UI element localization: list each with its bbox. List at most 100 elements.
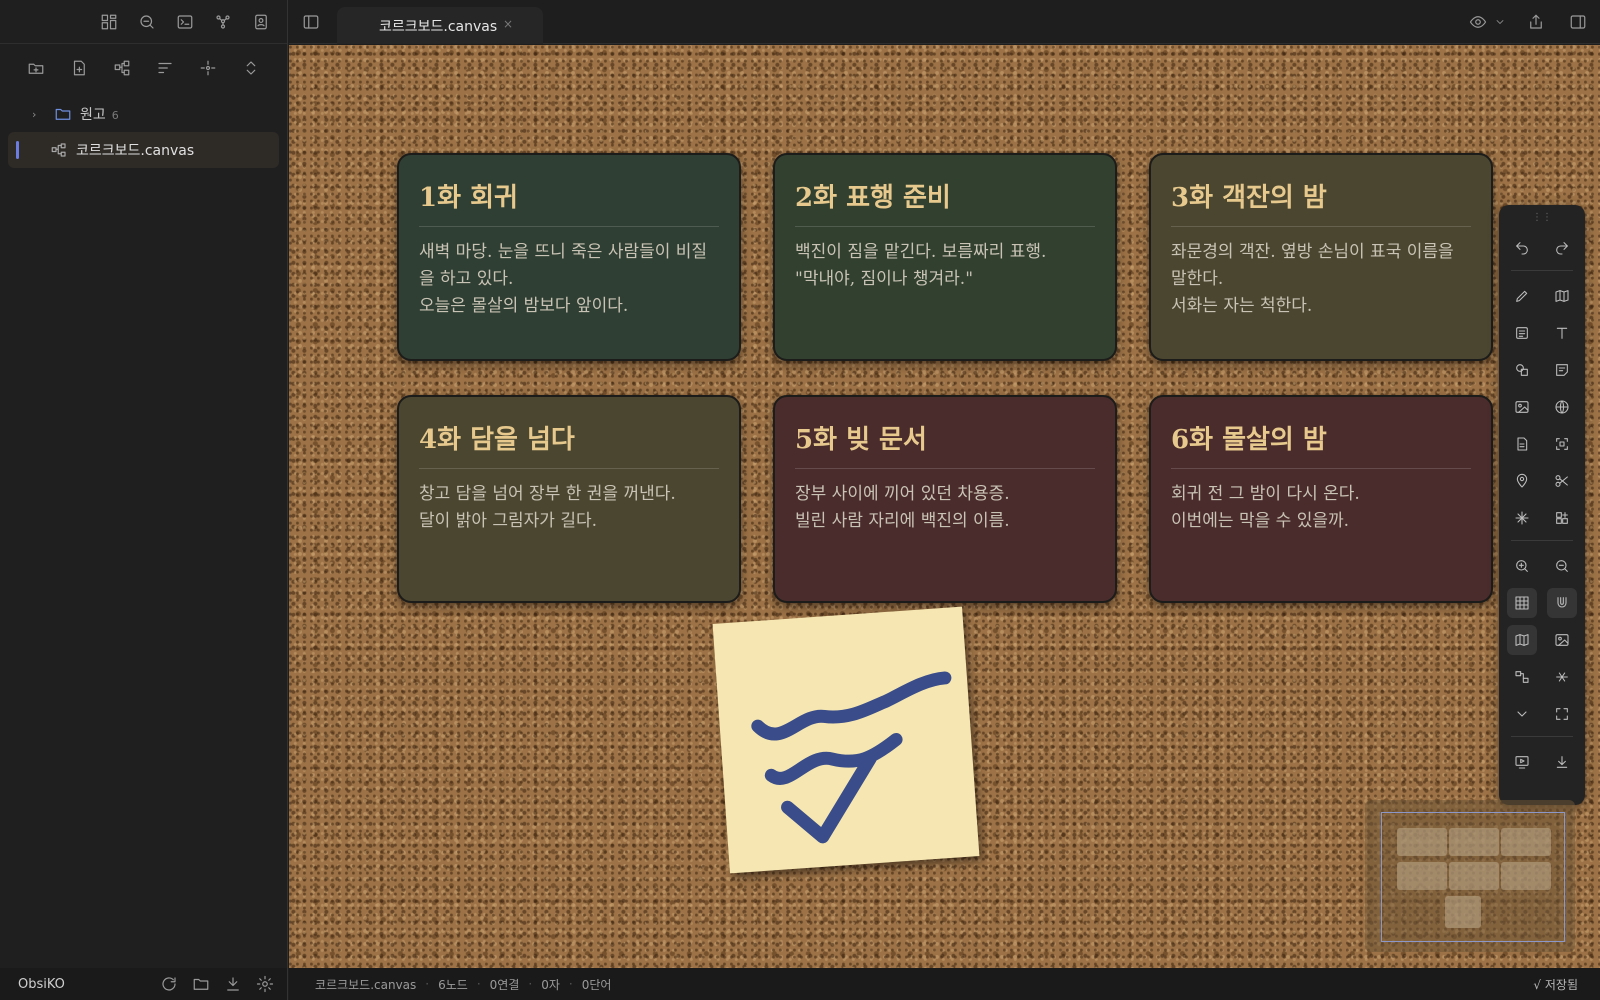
app-window: › 원고 6 코르크보드.canvas 코르크보드.canvas × 1화 회귀… [0,0,1600,1000]
file-explorer-sidebar: › 원고 6 코르크보드.canvas [0,0,288,968]
folder-item[interactable]: › 원고 6 [8,96,279,132]
canvas-toolbar: ⋮⋮ [1499,205,1585,805]
scissors-icon[interactable] [1547,466,1577,496]
status-separator: · [425,977,430,991]
image-icon[interactable] [1507,392,1537,422]
sticky-note-icon[interactable] [1547,355,1577,385]
pencil-icon[interactable] [1507,281,1537,311]
zoom-in-icon[interactable] [1507,551,1537,581]
card-body: 회귀 전 그 밤이 다시 온다. 이번에는 막을 수 있을까. [1171,484,1360,531]
minimap-node [1445,896,1481,928]
widgets-icon[interactable] [1547,503,1577,533]
sparkle-icon[interactable] [1507,503,1537,533]
view-actions [1466,10,1590,34]
redo-icon[interactable] [1547,233,1577,263]
status-separator: · [568,977,573,991]
collapse-horizontal-icon[interactable] [1547,662,1577,692]
undo-icon[interactable] [1507,233,1537,263]
canvas-card-1[interactable]: 1화 회귀 새벽 마당. 눈을 뜨니 죽은 사람들이 비질을 하고 있다. 오늘… [397,153,741,361]
minimap-icon[interactable] [1507,625,1537,655]
canvas-card-2[interactable]: 2화 표행 준비 백진이 짐을 맡긴다. 보름짜리 표행. "막내야, 짐이나 … [773,153,1117,361]
download-icon[interactable] [221,972,245,996]
drag-handle-icon[interactable]: ⋮⋮ [1499,209,1585,227]
connect-nodes-icon[interactable] [1507,662,1537,692]
graph-icon[interactable] [211,10,235,34]
save-status: √ 저장됨 [1533,977,1578,992]
shapes-icon[interactable] [1507,355,1537,385]
collapse-all-icon[interactable] [239,56,263,80]
status-file: 코르크보드.canvas [315,977,417,992]
toolbar-divider [1511,540,1573,541]
canvas-card-5[interactable]: 5화 빚 문서 장부 사이에 끼어 있던 차용증. 빌린 사람 자리에 백진의 … [773,395,1117,603]
document-icon[interactable] [1507,429,1537,459]
map-icon[interactable] [1547,281,1577,311]
group-select-icon[interactable] [1547,429,1577,459]
file-item-active[interactable]: 코르크보드.canvas [8,132,279,168]
download-icon[interactable] [1547,747,1577,777]
card-title: 1화 회귀 [419,177,719,227]
reading-mode-toggle[interactable] [1466,10,1506,34]
zoom-out-icon[interactable] [1547,551,1577,581]
sort-icon[interactable] [153,56,177,80]
canvas-card-3[interactable]: 3화 객잔의 밤 좌문경의 객잔. 옆방 손님이 표국 이름을 말한다. 서화는… [1149,153,1493,361]
text-icon[interactable] [1547,318,1577,348]
search-icon[interactable] [135,10,159,34]
tab-bar: 코르크보드.canvas × [289,0,1600,44]
canvas-card-6[interactable]: 6화 몰살의 밤 회귀 전 그 밤이 다시 온다. 이번에는 막을 수 있을까. [1149,395,1493,603]
locate-file-icon[interactable] [196,56,220,80]
tab-title: 코르크보드.canvas [379,18,498,35]
minimap-node [1449,862,1499,890]
magnet-icon[interactable] [1547,588,1577,618]
new-note-icon[interactable] [67,56,91,80]
sync-icon[interactable] [157,972,181,996]
card-add-icon[interactable] [1507,318,1537,348]
location-pin-icon[interactable] [1507,466,1537,496]
gear-icon[interactable] [253,972,277,996]
eye-icon [1466,10,1490,34]
sidebar-toggle-icon[interactable] [299,10,323,34]
tab-canvas[interactable]: 코르크보드.canvas × [337,7,543,44]
canvas-card-4[interactable]: 4화 담을 넘다 창고 담을 넘어 장부 한 권을 꺼낸다. 달이 밝아 그림자… [397,395,741,603]
background-image-icon[interactable] [1547,625,1577,655]
checkmark-scribble-icon [751,671,952,844]
new-canvas-icon[interactable] [110,56,134,80]
folder-label: 원고 [80,107,106,123]
globe-icon[interactable] [1547,392,1577,422]
minimap-node [1449,828,1499,856]
toolbar-divider [1511,270,1573,271]
minimap-node [1501,862,1551,890]
contacts-icon[interactable] [249,10,273,34]
dashboard-icon[interactable] [97,10,121,34]
folder-count: 6 [111,109,119,122]
file-tree: › 원고 6 코르크보드.canvas [0,92,287,172]
minimap-node [1397,828,1447,856]
chevron-right-icon[interactable]: › [32,108,46,121]
card-title: 2화 표행 준비 [795,177,1095,227]
status-nodes: 6노드 [438,977,468,992]
card-body: 좌문경의 객잔. 옆방 손님이 표국 이름을 말한다. 서화는 자는 척한다. [1171,242,1454,316]
canvas-minimap[interactable] [1365,800,1575,952]
corkboard-canvas[interactable]: 1화 회귀 새벽 마당. 눈을 뜨니 죽은 사람들이 비질을 하고 있다. 오늘… [289,45,1600,968]
card-title: 5화 빚 문서 [795,419,1095,469]
folder-icon[interactable] [189,972,213,996]
close-icon[interactable]: × [503,17,513,31]
grid-icon[interactable] [1507,588,1537,618]
fullscreen-icon[interactable] [1547,699,1577,729]
presentation-icon[interactable] [1507,747,1537,777]
card-body: 새벽 마당. 눈을 뜨니 죽은 사람들이 비질을 하고 있다. 오늘은 몰살의 … [419,242,708,316]
status-separator: · [476,977,481,991]
file-nav-actions [0,44,287,92]
right-sidebar-toggle-icon[interactable] [1566,10,1590,34]
card-title: 6화 몰살의 밤 [1171,419,1471,469]
terminal-icon[interactable] [173,10,197,34]
sticky-note-logo[interactable] [712,606,980,874]
chevron-down-icon[interactable] [1507,699,1537,729]
card-title: 3화 객잔의 밤 [1171,177,1471,227]
vault-name[interactable]: ObsiKO [18,977,65,992]
vault-status-bar: ObsiKO [0,968,288,1000]
folder-icon [54,105,72,123]
share-icon[interactable] [1524,10,1548,34]
card-body: 백진이 짐을 맡긴다. 보름짜리 표행. "막내야, 짐이나 챙겨라." [795,242,1047,289]
new-folder-icon[interactable] [24,56,48,80]
chevron-down-icon [1494,10,1506,34]
